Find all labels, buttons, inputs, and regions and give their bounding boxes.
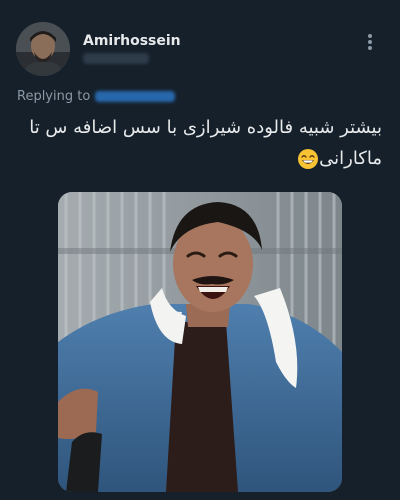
tweet-media-image[interactable] [58,192,342,492]
tweet: Amirhossein Replying to بیشتر شبیه فالود… [0,0,400,500]
more-vertical-icon[interactable] [364,32,376,52]
tweet-body: بیشتر شبیه فالوده شیرازی با سس اضافه س ت… [29,117,382,169]
grinning-face-with-smiling-eyes-icon [297,148,319,170]
author-display-name[interactable]: Amirhossein [83,33,181,49]
tweet-text: بیشتر شبیه فالوده شیرازی با سس اضافه س ت… [16,112,382,174]
replying-to-row: Replying to [17,88,176,104]
avatar[interactable] [16,22,70,76]
replying-to-label: Replying to [17,88,91,104]
reply-target-link-redacted[interactable] [95,90,176,102]
author-handle-redacted[interactable] [83,53,149,64]
